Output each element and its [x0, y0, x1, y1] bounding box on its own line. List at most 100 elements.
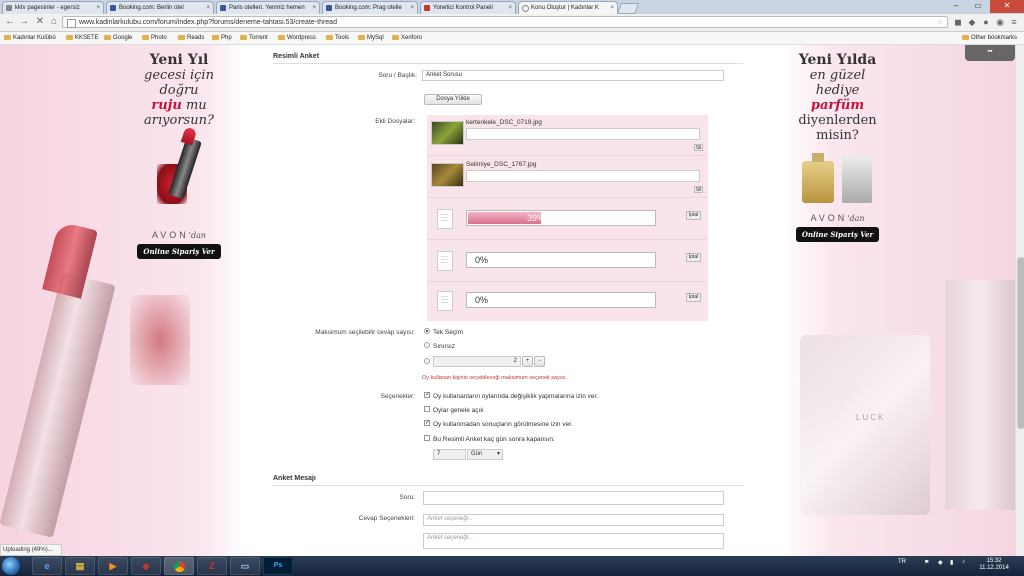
online-order-button[interactable]: Online Sipariş Ver: [795, 227, 880, 242]
poll-question-input[interactable]: [423, 491, 724, 505]
cancel-upload-button[interactable]: İptal: [686, 293, 701, 302]
upload-progress-bar: 39%: [466, 210, 656, 226]
booking-favicon-icon: [220, 5, 226, 11]
ad-text: en güzel: [809, 68, 866, 83]
upload-file-button[interactable]: Dosya Yükle: [424, 94, 482, 105]
view-results-checkbox[interactable]: ✓: [424, 420, 430, 426]
poll-answer-input[interactable]: Anket seçeneği...: [423, 514, 724, 526]
tab-6-active[interactable]: Konu Oluştur | Kadınlar K ×: [518, 1, 618, 14]
tab-5[interactable]: Yonetici Kontrol Paneli ×: [420, 1, 516, 14]
close-tab-icon[interactable]: ×: [312, 2, 316, 14]
tray-flag-icon[interactable]: ⚑: [924, 559, 929, 566]
tray-network-icon[interactable]: ▮: [950, 559, 953, 566]
custom-count-radio[interactable]: [424, 358, 430, 364]
ad-text: mu: [185, 98, 207, 113]
increment-button[interactable]: +: [522, 356, 533, 367]
bookmark-folder[interactable]: Photo: [142, 33, 167, 43]
tab-title: Yonetici Kontrol Paneli: [433, 5, 493, 11]
attachment-caption-input[interactable]: [466, 128, 700, 140]
bookmark-folder[interactable]: Xenforo: [392, 33, 422, 43]
close-tab-icon[interactable]: ×: [508, 2, 512, 14]
file-placeholder-icon: [437, 209, 453, 229]
start-button-icon[interactable]: [2, 557, 20, 575]
maximize-icon[interactable]: ▭: [967, 0, 989, 13]
extension-icon[interactable]: ◼: [952, 16, 964, 28]
star-icon[interactable]: ☆: [937, 17, 943, 29]
close-window-icon[interactable]: ✕: [990, 0, 1024, 13]
tab-2[interactable]: Booking.com: Berlin otel ×: [106, 1, 214, 14]
clock[interactable]: 15:32 11.12.2014: [976, 558, 1012, 572]
tab-1[interactable]: kktv pagesinler - egersiz ×: [2, 1, 104, 14]
file-explorer-icon[interactable]: ▤: [65, 557, 95, 575]
left-advertisement[interactable]: Yeni Yıl gecesi için doğru ruju mu arıyo…: [128, 53, 230, 259]
cancel-upload-button[interactable]: İptal: [686, 211, 701, 220]
game-app-icon[interactable]: ◆: [131, 557, 161, 575]
bookmarks-bar: Kadınlar Kulübü KKSETE Google Photo Read…: [0, 32, 1024, 45]
internet-explorer-icon[interactable]: e: [32, 557, 62, 575]
close-tab-icon[interactable]: ×: [410, 2, 414, 14]
lipstick-background-image: [0, 272, 116, 538]
bookmark-folder[interactable]: KKSETE: [66, 33, 99, 43]
stop-loading-icon[interactable]: ✕: [34, 16, 46, 28]
close-days-input[interactable]: 7: [433, 449, 466, 460]
question-input[interactable]: Anket Sorusu: [422, 70, 724, 81]
language-indicator[interactable]: TR: [898, 559, 906, 565]
window-app-icon[interactable]: ▭: [230, 557, 260, 575]
right-advertisement[interactable]: Yeni Yılda en güzel hediye parfüm diyenl…: [790, 53, 885, 242]
tray-app-icon[interactable]: ◆: [938, 559, 943, 566]
back-arrow-icon[interactable]: ←: [4, 16, 16, 28]
bookmark-folder[interactable]: Reads: [178, 33, 204, 43]
close-tab-icon[interactable]: ×: [206, 2, 210, 14]
close-unit-select[interactable]: Gün ▾: [467, 449, 503, 460]
attachment-caption-input[interactable]: [466, 170, 700, 182]
scrollbar-thumb[interactable]: [1017, 257, 1024, 429]
bookmark-folder[interactable]: Google: [104, 33, 132, 43]
single-choice-radio[interactable]: [424, 328, 430, 334]
bookmark-folder[interactable]: Kadınlar Kulübü: [4, 33, 56, 43]
public-votes-checkbox[interactable]: [424, 406, 430, 412]
media-player-icon[interactable]: ▶: [98, 557, 128, 575]
menu-icon[interactable]: ≡: [1008, 16, 1020, 28]
photoshop-icon[interactable]: Ps: [263, 557, 293, 575]
other-bookmarks[interactable]: Other bookmarks: [962, 33, 1017, 43]
page-scrollbar[interactable]: [1016, 45, 1024, 556]
extension-icon[interactable]: ◆: [966, 16, 978, 28]
folder-icon: [278, 35, 285, 40]
home-icon[interactable]: ⌂: [48, 16, 60, 28]
tab-4[interactable]: Booking.com: Prag otelle ×: [322, 1, 418, 14]
new-tab-button[interactable]: [616, 3, 640, 14]
folder-icon: [104, 35, 111, 40]
tab-3[interactable]: Paris otelleri. Yenmiz hemen ×: [216, 1, 320, 14]
attachments-area: kertenkele_DSC_0719.jpg Sil Selimiye_DSC…: [427, 115, 708, 321]
ad-highlight-text: parfüm: [810, 98, 865, 113]
bookmark-label: Php: [221, 35, 232, 41]
unlimited-radio[interactable]: [424, 342, 430, 348]
bookmark-folder[interactable]: Tools: [326, 33, 349, 43]
close-tab-icon[interactable]: ×: [610, 2, 614, 14]
close-tab-icon[interactable]: ×: [96, 2, 100, 14]
chrome-icon[interactable]: [164, 557, 194, 575]
address-bar[interactable]: www.kadinlarkulubu.com/forum/index.php?f…: [62, 16, 948, 28]
close-poll-checkbox[interactable]: [424, 435, 430, 441]
folder-icon: [66, 35, 73, 40]
decrement-button[interactable]: −: [534, 356, 545, 367]
tray-volume-icon[interactable]: ♪: [962, 559, 965, 565]
attachment-filename: kertenkele_DSC_0719.jpg: [466, 119, 542, 126]
delete-attachment-button[interactable]: Sil: [694, 144, 703, 151]
collapsed-panel[interactable]: ▪▪: [965, 45, 1015, 61]
max-count-input[interactable]: 2: [433, 356, 521, 367]
online-order-button[interactable]: Online Sipariş Ver: [137, 244, 221, 259]
bookmark-folder[interactable]: MySql: [358, 33, 384, 43]
extension-icon[interactable]: ◉: [994, 16, 1006, 28]
extension-icon[interactable]: ●: [980, 16, 992, 28]
poll-answer-input[interactable]: Anket seçeneği...: [423, 533, 724, 549]
bookmark-folder[interactable]: Wordpress: [278, 33, 316, 43]
delete-attachment-button[interactable]: Sil: [694, 186, 703, 193]
bookmark-folder[interactable]: Torrent: [240, 33, 268, 43]
minimize-icon[interactable]: –: [945, 0, 967, 13]
bookmark-folder[interactable]: Php: [212, 33, 232, 43]
allow-vote-change-checkbox[interactable]: ✓: [424, 392, 430, 398]
filezilla-icon[interactable]: Z: [197, 557, 227, 575]
cancel-upload-button[interactable]: İptal: [686, 253, 701, 262]
forward-arrow-icon[interactable]: →: [18, 16, 30, 28]
